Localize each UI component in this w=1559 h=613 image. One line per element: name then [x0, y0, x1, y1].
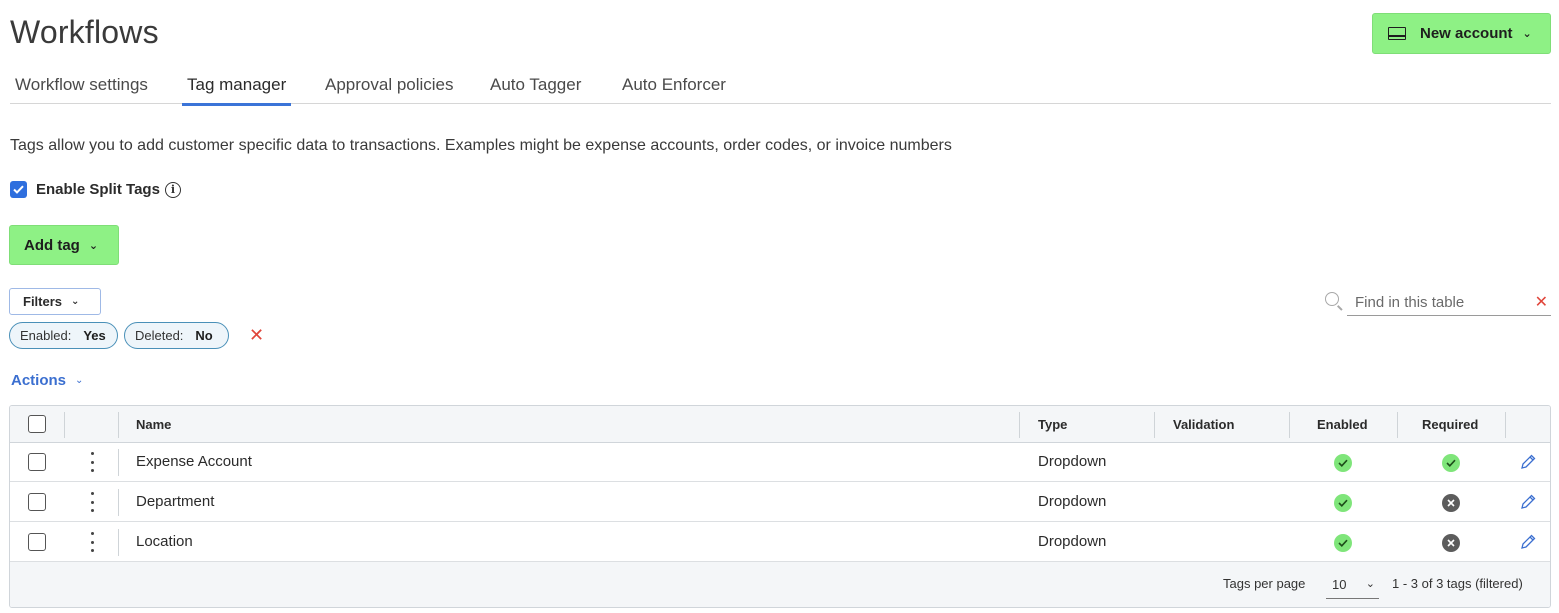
- column-divider: [1397, 412, 1398, 438]
- tab-approval-policies[interactable]: Approval policies: [320, 75, 459, 103]
- select-all-checkbox[interactable]: [28, 415, 46, 433]
- tags-description: Tags allow you to add customer specific …: [10, 137, 952, 154]
- per-page-value: 10: [1332, 577, 1347, 592]
- filters-label: Filters: [23, 294, 63, 309]
- chevron-down-icon: ⌄: [75, 375, 84, 386]
- tag-type: Dropdown: [1038, 453, 1107, 470]
- split-tags-label: Enable Split Tags: [36, 181, 160, 198]
- chip-value: No: [195, 328, 213, 343]
- actions-menu[interactable]: Actions ⌄: [11, 372, 83, 389]
- chevron-down-icon: ⌄: [1522, 28, 1532, 40]
- chevron-down-icon: ⌄: [88, 239, 99, 252]
- split-tags-checkbox[interactable]: [10, 181, 27, 198]
- table-header: Name Type Validation Enabled Required: [10, 406, 1550, 443]
- edit-pencil-icon[interactable]: [1519, 533, 1537, 551]
- search-icon: [1325, 292, 1339, 306]
- column-header-enabled[interactable]: Enabled: [1317, 417, 1368, 432]
- checkmark-icon: [13, 185, 24, 194]
- page-title: Workflows: [10, 14, 159, 50]
- column-divider: [1154, 412, 1155, 438]
- tab-tag-manager[interactable]: Tag manager: [182, 75, 292, 106]
- table-footer: Tags per page 10 ⌄ 1 - 3 of 3 tags (filt…: [10, 562, 1550, 607]
- split-tags-row: Enable Split Tags i: [10, 181, 181, 198]
- clear-search-icon[interactable]: ✕: [1535, 292, 1548, 312]
- enabled-check-icon: [1334, 494, 1352, 512]
- column-divider: [1505, 412, 1506, 438]
- column-header-validation[interactable]: Validation: [1173, 417, 1234, 432]
- tag-type: Dropdown: [1038, 533, 1107, 550]
- add-tag-button[interactable]: Add tag ⌄: [9, 225, 119, 265]
- table-row: Expense Account Dropdown: [10, 443, 1550, 482]
- table-search: ✕: [1325, 290, 1551, 316]
- new-account-button[interactable]: New account ⌄: [1372, 13, 1551, 54]
- per-page-select[interactable]: 10 ⌄: [1326, 571, 1379, 599]
- tags-table: Name Type Validation Enabled Required Ex…: [9, 405, 1551, 608]
- required-cross-icon: [1442, 534, 1460, 552]
- column-header-name[interactable]: Name: [136, 417, 171, 432]
- column-divider: [1019, 412, 1020, 438]
- table-row: Department Dropdown: [10, 483, 1550, 522]
- tag-name: Expense Account: [136, 453, 252, 470]
- row-checkbox[interactable]: [28, 453, 46, 471]
- row-menu-icon[interactable]: [89, 492, 95, 512]
- column-divider: [118, 449, 119, 476]
- tab-bar: Workflow settings Tag manager Approval p…: [10, 70, 1551, 106]
- chevron-down-icon: ⌄: [71, 296, 80, 307]
- row-menu-icon[interactable]: [89, 452, 95, 472]
- clear-filters-icon[interactable]: ✕: [249, 325, 264, 346]
- enabled-check-icon: [1334, 534, 1352, 552]
- column-divider: [118, 489, 119, 516]
- required-cross-icon: [1442, 494, 1460, 512]
- pagination-range: 1 - 3 of 3 tags (filtered): [1392, 576, 1523, 591]
- column-divider: [64, 412, 65, 438]
- column-header-type[interactable]: Type: [1038, 417, 1067, 432]
- chip-key: Deleted:: [135, 328, 184, 343]
- required-check-icon: [1442, 454, 1460, 472]
- edit-pencil-icon[interactable]: [1519, 453, 1537, 471]
- edit-pencil-icon[interactable]: [1519, 493, 1537, 511]
- filter-chip-deleted[interactable]: Deleted: No: [124, 322, 229, 349]
- enabled-check-icon: [1334, 454, 1352, 472]
- per-page-label: Tags per page: [1223, 576, 1306, 591]
- table-row: Location Dropdown: [10, 523, 1550, 562]
- chevron-down-icon: ⌄: [1365, 578, 1375, 590]
- row-checkbox[interactable]: [28, 533, 46, 551]
- tag-name: Location: [136, 533, 193, 550]
- tag-name: Department: [136, 493, 215, 510]
- column-divider: [118, 412, 119, 438]
- tab-workflow-settings[interactable]: Workflow settings: [10, 75, 153, 103]
- chip-value: Yes: [83, 328, 106, 343]
- tag-type: Dropdown: [1038, 493, 1107, 510]
- tab-auto-enforcer[interactable]: Auto Enforcer: [617, 75, 731, 103]
- new-account-label: New account: [1420, 25, 1513, 42]
- tab-auto-tagger[interactable]: Auto Tagger: [485, 75, 586, 103]
- info-icon[interactable]: i: [164, 181, 181, 198]
- column-header-required[interactable]: Required: [1422, 417, 1478, 432]
- search-input[interactable]: [1347, 290, 1551, 316]
- row-menu-icon[interactable]: [89, 532, 95, 552]
- filters-button[interactable]: Filters ⌄: [9, 288, 101, 315]
- chip-key: Enabled:: [20, 328, 72, 343]
- filter-chip-enabled[interactable]: Enabled: Yes: [9, 322, 118, 349]
- actions-label: Actions: [11, 372, 67, 389]
- add-tag-label: Add tag: [24, 236, 80, 254]
- column-divider: [1289, 412, 1290, 438]
- row-checkbox[interactable]: [28, 493, 46, 511]
- account-card-icon: [1388, 27, 1406, 40]
- column-divider: [118, 529, 119, 556]
